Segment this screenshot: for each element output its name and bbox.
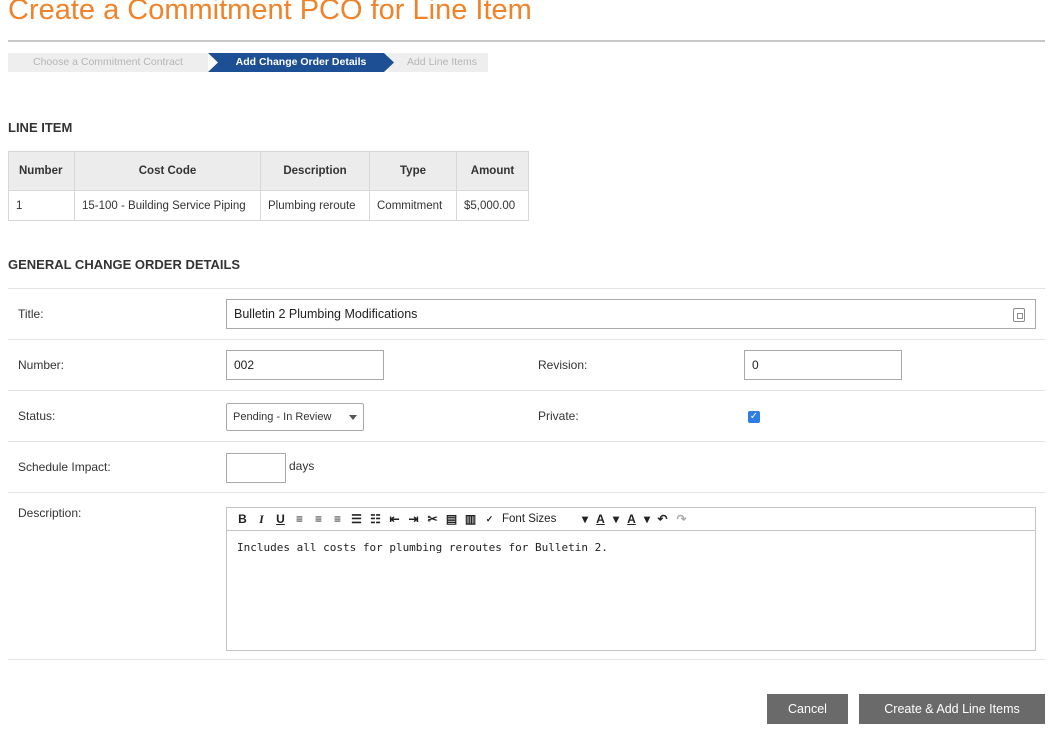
col-amount: Amount [456,151,529,191]
cell-description: Plumbing reroute [260,190,370,221]
status-label: Status: [18,409,56,423]
status-select[interactable]: Pending - In Review [226,403,364,431]
description-label: Description: [18,506,82,520]
cell-number: 1 [8,190,75,221]
title-input[interactable]: Bulletin 2 Plumbing Modifications [226,299,1036,329]
private-checkbox[interactable]: ✓ [748,411,760,423]
description-editor: B I U ≡ ≡ ≡ ☰ ☷ ⇤ ⇥ ✂ ▤ ▥ ✓ Font Sizes ▾… [226,507,1036,651]
revision-input[interactable]: 0 [744,350,902,380]
editor-toolbar: B I U ≡ ≡ ≡ ☰ ☷ ⇤ ⇥ ✂ ▤ ▥ ✓ Font Sizes ▾… [227,508,1035,531]
line-item-heading: LINE ITEM [8,120,73,135]
step-add-line-items: Add Line Items [388,53,488,72]
status-value: Pending - In Review [233,411,332,423]
create-add-line-items-button[interactable]: Create & Add Line Items [859,694,1045,724]
numbered-list-icon[interactable]: ☷ [366,510,385,528]
spellcheck-icon[interactable]: ✓ [480,510,499,528]
highlight-color-icon[interactable]: A [622,510,641,528]
description-text[interactable]: Includes all costs for plumbing reroutes… [227,531,1035,564]
step-choose-contract[interactable]: Choose a Commitment Contract [8,53,208,72]
paste-text-icon[interactable]: ▥ [461,510,480,528]
undo-icon[interactable]: ↶ [653,510,672,528]
font-sizes-label: Font Sizes [502,513,557,525]
cancel-button[interactable]: Cancel [767,694,848,724]
number-input[interactable]: 002 [226,350,384,380]
col-type: Type [369,151,457,191]
schedule-label: Schedule Impact: [18,460,111,474]
schedule-row: Schedule Impact: days [8,441,1045,492]
cell-type: Commitment [369,190,457,221]
number-row: Number: 002 Revision: 0 [8,339,1045,390]
description-row: Description: B I U ≡ ≡ ≡ ☰ ☷ ⇤ ⇥ ✂ ▤ ▥ ✓… [8,492,1045,660]
title-value: Bulletin 2 Plumbing Modifications [234,307,418,321]
details-heading: GENERAL CHANGE ORDER DETAILS [8,257,241,272]
private-label: Private: [538,409,579,423]
col-cost-code: Cost Code [74,151,261,191]
indent-icon[interactable]: ⇥ [404,510,423,528]
cell-cost-code: 15-100 - Building Service Piping [74,190,261,221]
document-icon[interactable] [1013,308,1025,322]
step-add-details: Add Change Order Details [208,53,394,72]
cut-icon[interactable]: ✂ [423,510,442,528]
chevron-down-icon[interactable]: ▾ [641,510,653,528]
cell-amount: $5,000.00 [456,190,529,221]
bold-icon[interactable]: B [233,510,252,528]
underline-icon[interactable]: U [271,510,290,528]
status-row: Status: Pending - In Review Private: ✓ [8,390,1045,441]
schedule-input[interactable] [226,453,286,483]
schedule-unit: days [289,459,315,473]
chevron-down-icon [349,414,357,420]
page-title: Create a Commitment PCO for Line Item [8,0,532,26]
align-left-icon[interactable]: ≡ [290,510,309,528]
chevron-down-icon[interactable]: ▾ [610,510,622,528]
font-sizes-select[interactable]: Font Sizes [499,510,579,528]
title-row: Title: Bulletin 2 Plumbing Modifications [8,288,1045,339]
revision-value: 0 [752,358,759,372]
table-row: 1 15-100 - Building Service Piping Plumb… [8,190,529,221]
number-value: 002 [234,358,255,372]
wizard-steps: Choose a Commitment Contract Add Line It… [8,53,488,72]
align-center-icon[interactable]: ≡ [309,510,328,528]
chevron-down-icon[interactable]: ▾ [579,510,591,528]
col-number: Number [8,151,75,191]
line-item-table: Number Cost Code Description Type Amount… [8,151,529,221]
change-order-form: Title: Bulletin 2 Plumbing Modifications… [8,288,1045,660]
outdent-icon[interactable]: ⇤ [385,510,404,528]
italic-icon[interactable]: I [252,510,271,528]
redo-icon[interactable]: ↷ [672,510,691,528]
bullet-list-icon[interactable]: ☰ [347,510,366,528]
align-right-icon[interactable]: ≡ [328,510,347,528]
col-description: Description [260,151,370,191]
revision-label: Revision: [538,358,588,372]
title-label: Title: [18,307,44,321]
checkmark-icon: ✓ [749,411,759,422]
font-color-icon[interactable]: A [591,510,610,528]
paste-icon[interactable]: ▤ [442,510,461,528]
table-header-row: Number Cost Code Description Type Amount [8,151,529,191]
number-label: Number: [18,358,65,372]
title-divider [8,40,1045,42]
